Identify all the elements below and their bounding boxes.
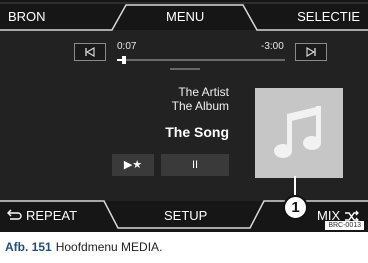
song-title: The Song	[165, 124, 229, 140]
repeat-button[interactable]: REPEAT	[26, 208, 77, 224]
remaining-time: -3:00	[261, 41, 284, 52]
elapsed-time: 0:07	[117, 41, 137, 52]
album-name: The Album	[171, 99, 229, 113]
source-tab[interactable]: BRON	[8, 9, 46, 25]
menu-tab[interactable]: MENU	[166, 9, 204, 25]
callout-marker: 1	[283, 195, 308, 220]
album-cover	[255, 88, 343, 178]
media-screen: BRON MENU SELECTIE 0:07 -3:00 The Artist…	[0, 0, 368, 232]
figure-label: Afb. 151	[5, 240, 52, 254]
select-tab[interactable]: SELECTIE	[297, 9, 360, 25]
skip-back-icon	[85, 47, 95, 57]
caption-text: Hoofdmenu MEDIA.	[55, 240, 163, 254]
progress-bar[interactable]	[117, 56, 285, 64]
skip-forward-icon	[306, 47, 316, 57]
progress-handle[interactable]	[121, 56, 126, 64]
music-note-icon	[274, 106, 321, 158]
pause-button[interactable]: II	[161, 154, 229, 176]
play-favorite-button[interactable]: ▶★	[112, 154, 154, 176]
image-code: BRC-0013	[325, 221, 364, 230]
previous-track-button[interactable]	[74, 43, 106, 61]
artist-name: The Artist	[178, 85, 229, 99]
figure-caption: Afb. 151 Hoofdmenu MEDIA.	[5, 240, 162, 254]
repeat-icon	[7, 209, 22, 220]
callout-pointer	[294, 176, 296, 197]
setup-tab[interactable]: SETUP	[164, 208, 207, 224]
next-track-button[interactable]	[295, 43, 327, 61]
